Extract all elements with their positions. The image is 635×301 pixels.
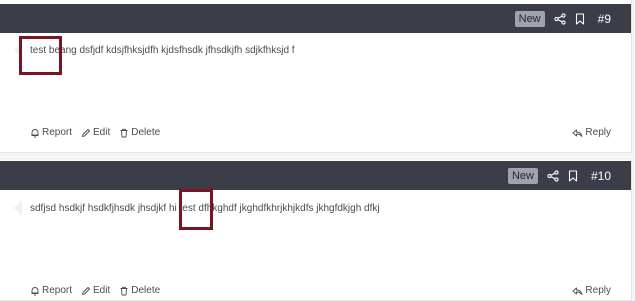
edit-icon [82,286,90,295]
edit-button[interactable]: Edit [81,127,110,138]
delete-label: Delete [131,285,161,296]
post-actions: Report Edit Delete [30,127,169,138]
post-header-controls: New #10 [507,161,611,190]
post-header: New #9 [0,4,631,33]
body-pointer [14,200,22,216]
share-icon[interactable] [553,12,566,25]
post-9: New #9 test beang dsfjdf kdsjfhksjdfh kj… [0,0,632,153]
post-actions: Report Edit Delete [30,285,169,296]
post-actions-right: Reply [572,127,611,138]
delete-icon [120,286,128,295]
edit-button[interactable]: Edit [81,285,110,296]
delete-label: Delete [131,127,161,138]
post-body: test beang dsfjdf kdsjfhksjdfh kjdsfhsdk… [30,45,295,56]
report-icon [31,128,39,137]
post-number[interactable]: #10 [591,169,611,183]
report-icon [31,286,39,295]
post-10: New #10 sdfjsd hsdkjf hsdkfjhsdk jhsdjkf… [0,160,632,301]
delete-icon [120,128,128,137]
edit-label: Edit [93,127,111,138]
bookmark-icon[interactable] [568,169,578,182]
reply-icon [572,129,583,137]
report-button[interactable]: Report [30,285,72,296]
delete-button[interactable]: Delete [119,285,160,296]
share-icon[interactable] [547,169,559,182]
bookmark-icon[interactable] [575,12,585,25]
report-label: Report [42,127,73,138]
reply-button[interactable]: Reply [572,285,611,296]
post-number[interactable]: #9 [598,12,611,26]
edit-label: Edit [93,285,111,296]
edit-icon [82,128,90,137]
reply-label: Reply [585,127,611,138]
delete-button[interactable]: Delete [119,127,160,138]
post-actions-right: Reply [572,285,611,296]
report-label: Report [42,285,73,296]
reply-button[interactable]: Reply [572,127,611,138]
post-header: New #10 [0,161,631,190]
highlight-box [19,36,62,75]
report-button[interactable]: Report [30,127,72,138]
new-badge: New [507,167,538,184]
reply-icon [572,287,583,295]
new-badge: New [514,10,545,27]
highlight-box [179,189,213,230]
reply-label: Reply [585,285,611,296]
post-header-controls: New #9 [514,4,611,33]
post-body: sdfjsd hsdkjf hsdkfjhsdk jhsdjkf hi test… [30,203,380,214]
